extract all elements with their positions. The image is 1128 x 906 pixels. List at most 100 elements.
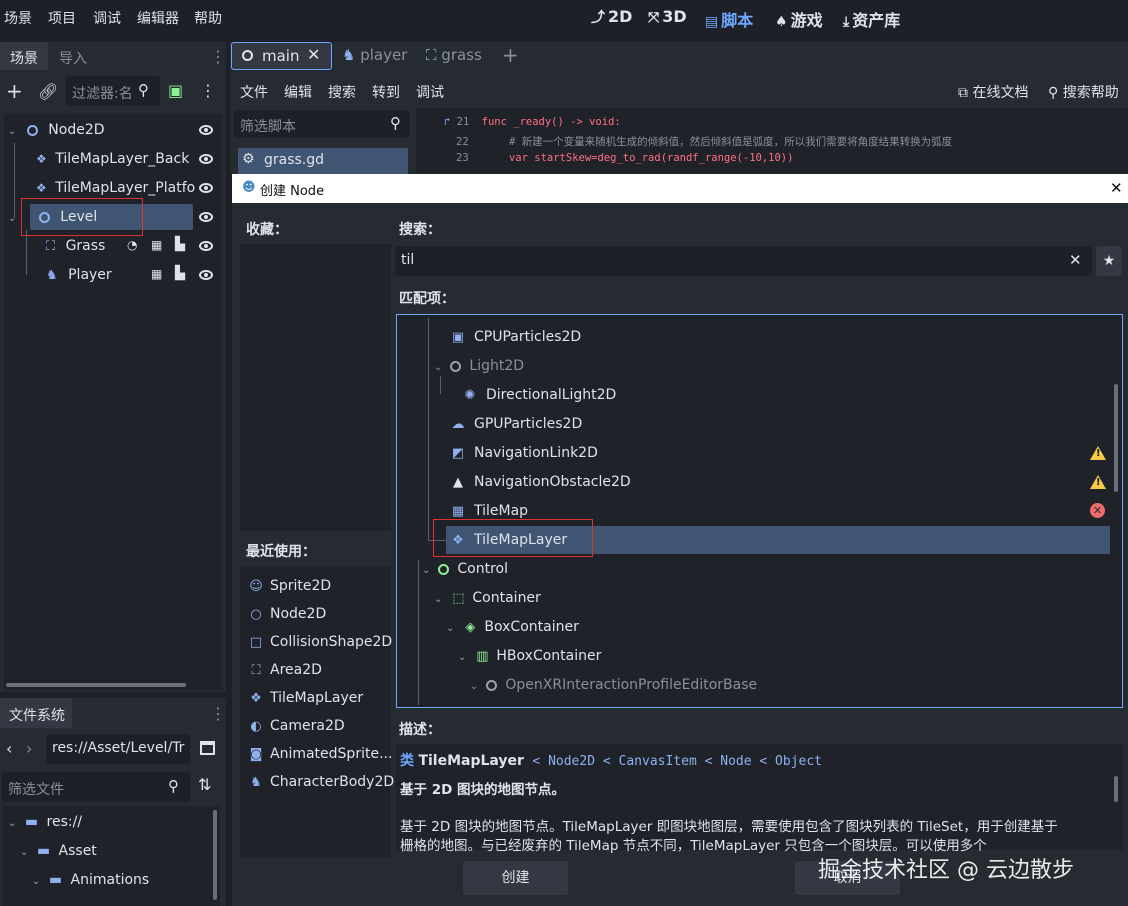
recent-item[interactable]: ❖ TileMapLayer [248,685,363,711]
search-help-link[interactable]: ⚲ 搜索帮助 [1048,82,1119,102]
recent-item[interactable]: ⛶ Area2D [248,657,321,683]
recent-item[interactable]: ○ Node2D [248,601,326,627]
visibility-eye-icon[interactable] [199,270,213,280]
fs-item-asset[interactable]: ⌄ ▬ Asset [20,838,97,864]
match-item[interactable]: ⌄ OpenXRInteractionProfileEditorBase [470,671,757,699]
container-icon: ⬚ [452,591,465,606]
tab-grass[interactable]: ⛶ grass [426,46,482,64]
match-item[interactable]: ⌄ ▥ HBoxContainer [458,642,601,670]
close-tab-icon[interactable]: ✕ [307,45,320,64]
menu-debug[interactable]: 调试 [93,8,121,28]
match-item[interactable]: ⌄ ⬚ Container [434,584,541,612]
recent-item[interactable]: ◐ Camera2D [248,713,344,739]
signal-icon[interactable]: ◔ [127,238,137,252]
return-arrow-icon: ↱ [444,116,451,128]
tree-item-player[interactable]: ♞ Player [46,262,112,288]
description-vscrollbar[interactable] [1114,776,1118,802]
visibility-eye-icon[interactable] [199,154,213,164]
fs-path-field[interactable]: res://Asset/Level/Tr [46,734,190,764]
tab-scene[interactable]: 场景 [10,48,38,68]
close-icon[interactable]: ✕ [1110,179,1123,197]
recent-item[interactable]: ☺ Sprite2D [248,573,331,599]
tree-item-node2d[interactable]: ⌄ Node2D [8,117,105,143]
mode-assetlib-button[interactable]: ⤓ 资产库 [843,7,900,31]
tab-player[interactable]: ♞ player [342,46,407,64]
recent-item[interactable]: ◙ AnimatedSprite... [248,741,393,767]
fs-vscrollbar[interactable] [213,810,217,900]
external-link-icon: ⧉ [958,85,968,101]
dock-menu-icon[interactable]: ⋮ [210,48,226,66]
scene-filter-input[interactable]: 过滤器:名 ⚲ [66,76,160,106]
back-arrow-icon[interactable]: ‹ [6,740,12,758]
match-item[interactable]: ▣ CPUParticles2D [450,323,581,351]
forward-arrow-icon[interactable]: › [26,740,32,758]
link-icon[interactable]: 🔗︎ [38,83,58,101]
recent-item[interactable]: □ CollisionShape2D [248,629,392,655]
scene-icon [242,50,253,61]
tree-item-tilemaplayer-back[interactable]: ❖ TileMapLayer_Back [36,146,189,172]
script-menu-file[interactable]: 文件 [240,82,268,102]
online-docs-link[interactable]: ⧉ 在线文档 [958,82,1028,102]
add-node-icon[interactable]: + [6,81,23,101]
split-view-icon[interactable] [200,741,215,755]
search-label: 搜索： [399,222,441,238]
match-item[interactable]: ⌄ Light2D [434,352,524,380]
cpuparticles2d-icon: ▣ [451,330,465,345]
script-list-item[interactable]: ⚙ grass.gd [238,148,408,174]
visibility-eye-icon[interactable] [199,241,213,251]
match-item[interactable]: ⌄ Control [422,555,508,583]
code-area[interactable]: ↱ 21 func _ready() -> void: 22 # 新建一个变量来… [416,108,1128,174]
mode-game-button[interactable]: ♠ 游戏 [775,7,823,31]
favorite-star-button[interactable]: ★ [1096,246,1122,276]
dock-menu-icon[interactable]: ⋮ [210,705,226,723]
script-menu-debug[interactable]: 调试 [416,82,444,102]
scene-hscrollbar[interactable] [6,683,186,687]
tab-import[interactable]: 导入 [59,48,87,68]
fs-filter-input[interactable]: 筛选文件 ⚲ [2,772,190,802]
tree-item-grass[interactable]: ⛶ Grass [46,233,105,259]
fs-item-animations[interactable]: ⌄ ▬ Animations [32,867,149,893]
code-line: 23 var startSkew=deg_to_rad(randf_range(… [456,152,794,164]
recent-item[interactable]: ♞ CharacterBody2D [248,769,394,795]
clear-icon[interactable]: ✕ [1069,251,1082,269]
attach-script-icon[interactable]: ▣ [168,82,183,100]
match-item[interactable]: ▲ NavigationObstacle2D [450,468,631,496]
clapper-icon[interactable]: ▦ [151,267,162,281]
more-icon[interactable]: ⋮ [200,82,216,100]
menu-project[interactable]: 项目 [48,8,76,28]
script-menu-edit[interactable]: 编辑 [284,82,312,102]
sprite2d-icon: ☺ [249,579,263,594]
match-item[interactable]: ✺ DirectionalLight2D [462,381,617,409]
search-icon: ⚲ [168,777,179,795]
create-button[interactable]: 创建 [463,861,568,895]
clapper-icon[interactable]: ▦ [151,238,162,252]
script-menu-goto[interactable]: 转到 [372,82,400,102]
mode-2d-button[interactable]: ⤴ 2D [591,7,632,27]
match-item[interactable]: ☁ GPUParticles2D [450,410,583,438]
visibility-eye-icon[interactable] [199,183,213,193]
visibility-eye-icon[interactable] [199,125,213,135]
visibility-eye-icon[interactable] [199,212,213,222]
menu-help[interactable]: 帮助 [194,8,222,28]
menu-scene[interactable]: 场景 [4,8,32,28]
mode-3d-button[interactable]: ⤧ 3D [648,7,687,26]
match-item[interactable]: ⌄ ◈ BoxContainer [446,613,579,641]
matches-vscrollbar[interactable] [1114,384,1118,492]
script-menu-search[interactable]: 搜索 [328,82,356,102]
fs-item-res[interactable]: ⌄ ▬ res:// [8,809,82,835]
sort-icon[interactable]: ⇅ [198,776,211,794]
characterbody2d-icon: ♞ [250,775,262,790]
match-item[interactable]: ◩ NavigationLink2D [450,439,598,467]
script-attached-icon[interactable]: ▙ [175,266,185,281]
mode-script-button[interactable]: ▤ 脚本 [705,7,753,31]
control-icon [438,563,450,575]
favorites-label: 收藏： [246,222,288,238]
script-attached-icon[interactable]: ▙ [175,237,185,252]
node-search-input[interactable]: til ✕ [395,246,1092,276]
3d-icon: ⤧ [648,10,660,26]
menu-editor[interactable]: 编辑器 [137,8,179,28]
script-filter-input[interactable]: 筛选脚本 ⚲ [234,110,410,138]
tab-main[interactable]: main ✕ [231,42,332,70]
tab-filesystem[interactable]: 文件系统 [9,705,65,725]
add-tab-icon[interactable]: + [502,43,519,67]
